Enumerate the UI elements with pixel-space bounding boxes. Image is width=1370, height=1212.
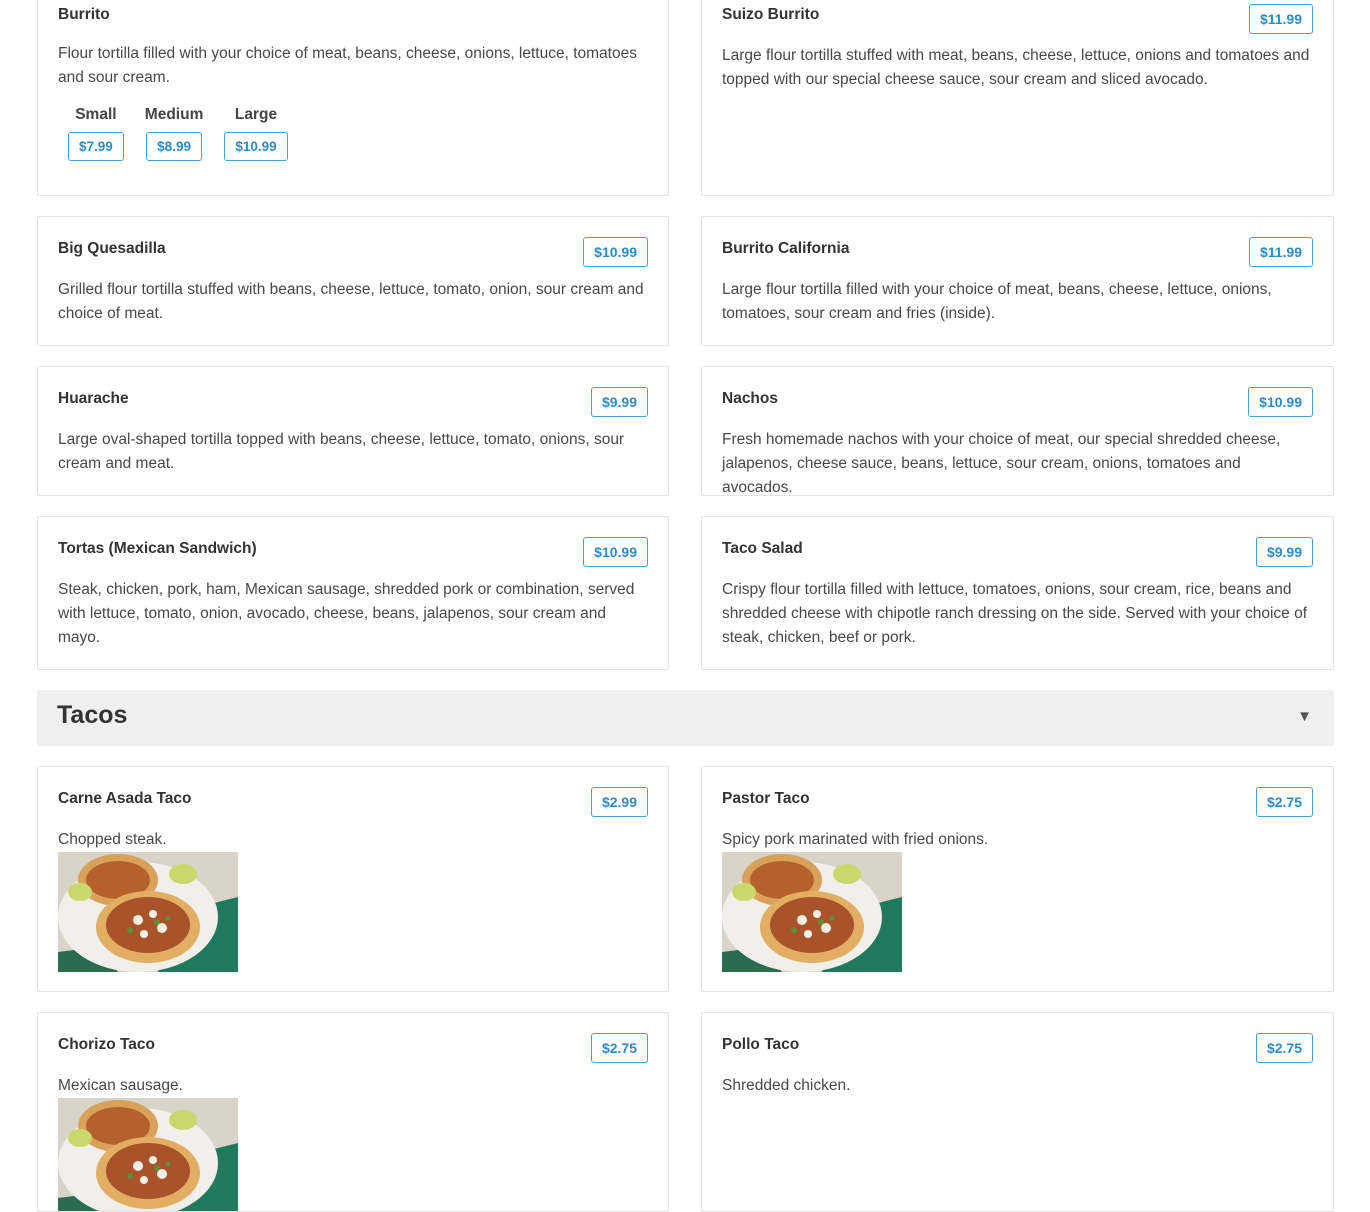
tacos-photo (58, 852, 238, 972)
menu-item-card: Carne Asada Taco $2.99 Chopped steak. (37, 766, 669, 992)
item-description: Spicy pork marinated with fried onions. (722, 831, 989, 848)
menu-item-card: Suizo Burrito $11.99 Large flour tortill… (701, 0, 1334, 196)
menu-item-card: Tortas (Mexican Sandwich) $10.99 Steak, … (37, 516, 669, 670)
menu-item-card: Burrito California $11.99 Large flour to… (701, 216, 1334, 346)
item-name: Huarache (58, 390, 129, 407)
item-name: Tortas (Mexican Sandwich) (58, 540, 257, 557)
size-option-small: Small $7.99 (68, 105, 124, 161)
item-description: Large oval-shaped tortilla topped with b… (58, 431, 625, 472)
item-description: Large flour tortilla filled with your ch… (722, 281, 1272, 322)
item-name: Chorizo Taco (58, 1036, 156, 1053)
size-price-button[interactable]: $10.99 (224, 132, 288, 161)
tacos-photo (722, 852, 902, 972)
item-description: Flour tortilla filled with your choice o… (58, 45, 637, 86)
menu-item-card: Burrito Flour tortilla filled with your … (37, 0, 669, 196)
item-name: Suizo Burrito (722, 6, 820, 23)
price-button[interactable]: $10.99 (1248, 387, 1313, 417)
tacos-photo (58, 1098, 238, 1212)
item-description: Mexican sausage. (58, 1077, 183, 1094)
item-description: Grilled flour tortilla stuffed with bean… (58, 281, 644, 322)
price-button[interactable]: $2.75 (1255, 1033, 1313, 1063)
item-name: Burrito (58, 6, 110, 23)
item-description: Shredded chicken. (722, 1077, 851, 1094)
section-title: Tacos (57, 701, 128, 729)
item-name: Carne Asada Taco (58, 790, 192, 807)
size-price-button[interactable]: $8.99 (146, 132, 202, 161)
price-button[interactable]: $10.99 (583, 237, 648, 267)
price-button[interactable]: $11.99 (1248, 4, 1313, 34)
chevron-down-icon[interactable]: ▼ (1297, 708, 1312, 725)
size-option-large: Large $10.99 (224, 105, 288, 161)
item-name: Pastor Taco (722, 790, 810, 807)
item-description: Chopped steak. (58, 831, 167, 848)
menu-item-card: Chorizo Taco $2.75 Mexican sausage. (37, 1012, 669, 1212)
menu-item-card: Pastor Taco $2.75 Spicy pork marinated w… (701, 766, 1334, 992)
size-label: Small (75, 106, 117, 123)
item-description: Large flour tortilla stuffed with meat, … (722, 47, 1310, 88)
size-label: Large (234, 106, 278, 123)
item-name: Burrito California (722, 240, 850, 257)
menu-item-card: Big Quesadilla $10.99 Grilled flour tort… (37, 216, 669, 346)
item-name: Pollo Taco (722, 1036, 800, 1053)
price-button[interactable]: $2.75 (1255, 787, 1313, 817)
item-description: Fresh homemade nachos with your choice o… (722, 431, 1281, 496)
section-header-tacos[interactable]: Tacos ▼ (37, 690, 1334, 746)
menu-item-card: Pollo Taco $2.75 Shredded chicken. (701, 1012, 1334, 1212)
item-name: Taco Salad (722, 540, 803, 557)
item-name: Big Quesadilla (58, 240, 166, 257)
size-label: Medium (144, 106, 204, 123)
item-description: Steak, chicken, pork, ham, Mexican sausa… (58, 581, 635, 646)
price-button[interactable]: $2.75 (590, 1033, 648, 1063)
price-button[interactable]: $9.99 (1255, 537, 1313, 567)
size-option-medium: Medium $8.99 (144, 105, 204, 161)
size-price-button[interactable]: $7.99 (68, 132, 124, 161)
item-description: Crispy flour tortilla filled with lettuc… (722, 581, 1308, 646)
price-button[interactable]: $2.99 (590, 787, 648, 817)
size-options: Small $7.99 Medium $8.99 Large $10.99 (68, 105, 288, 161)
price-button[interactable]: $9.99 (590, 387, 648, 417)
item-name: Nachos (722, 390, 778, 407)
menu-item-card: Huarache $9.99 Large oval-shaped tortill… (37, 366, 669, 496)
price-button[interactable]: $11.99 (1248, 237, 1313, 267)
menu-item-card: Nachos $10.99 Fresh homemade nachos with… (701, 366, 1334, 496)
price-button[interactable]: $10.99 (583, 537, 648, 567)
menu-item-card: Taco Salad $9.99 Crispy flour tortilla f… (701, 516, 1334, 670)
